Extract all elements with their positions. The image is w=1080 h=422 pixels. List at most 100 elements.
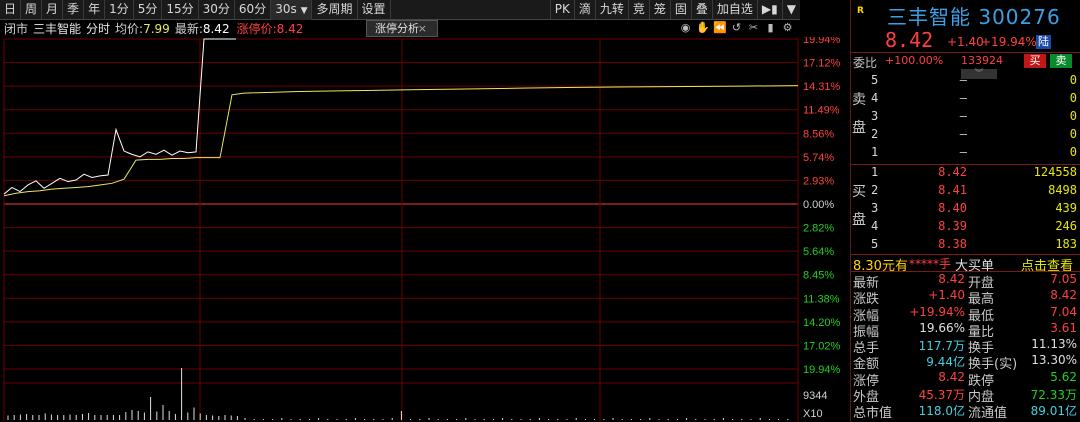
sell-level-row[interactable]: 5 – 0 [851,73,1080,90]
gear-icon[interactable]: ⚙ [781,21,794,35]
auction-button[interactable]: 竞 [627,0,649,20]
period-15min-button[interactable]: 15分 [162,0,199,20]
chart-mode-label: 分时 [86,22,111,36]
drip-button[interactable]: 滴 [573,0,595,20]
buy-level-row[interactable]: 1 8.42 124558 [851,165,1080,182]
stat-value: 11.13% [1031,337,1077,352]
stat-value: 8.42 [938,369,965,384]
axis-label-down: 14.20% [803,317,841,329]
level-volume: 0 [1069,91,1077,105]
pk-button[interactable]: PK [549,0,574,20]
period-5min-button[interactable]: 5分 [134,0,163,20]
sell-level-row[interactable]: 4 – 0 [851,91,1080,108]
cage-button[interactable]: 笼 [648,0,670,20]
limit-value: 8.42 [276,22,304,36]
bar-icon[interactable]: ▮ [764,21,777,35]
interval-select[interactable]: 30s ▼ [271,0,313,20]
chart-info-bar: 闭市 三丰智能 分时 均价:7.99 最新:8.42 涨停价:8.42 涨停分析… [0,20,800,37]
last-value: 8.42 [202,22,230,36]
buy-button[interactable]: 买 [1024,54,1046,68]
buy-level-row[interactable]: 2 8.41 8498 [851,183,1080,200]
stat-value: +1.40 [928,288,965,303]
fixed-button[interactable]: 固 [669,0,691,20]
eye-icon[interactable]: ◉ [679,21,692,35]
settings-button[interactable]: 设置 [358,0,391,20]
chart-tools: ◉ ✋ ⏪ ↺ ✂ ▮ ⚙ [679,21,794,35]
stock-title: 三丰智能 300276 [887,1,1061,30]
buy-level-row[interactable]: 5 8.38 183 [851,237,1080,254]
level-number: 1 [871,145,879,159]
volume-axis-label: 9344 [803,390,827,402]
stat-row: 涨幅 +19.94% 最低 7.04 [851,305,1080,324]
add-watchlist-button[interactable]: 加自选 [711,0,757,20]
level-number: 4 [871,91,879,105]
axis-label-up: 19.94% [803,37,841,46]
period-week-button[interactable]: 周 [21,0,43,20]
sell-level-row[interactable]: 1 – 0 [851,145,1080,162]
stat-row: 涨停 8.42 跌停 5.62 [851,369,1080,389]
connect-tag: 陆 [1036,35,1051,49]
stat-row: 振幅 19.66% 量比 3.61 [851,320,1080,340]
play-icon[interactable]: ▶▮ [756,0,782,20]
stat-value: 3.61 [1050,320,1077,335]
level-volume: 0 [1069,73,1077,87]
price-change-pct: +19.94% [981,35,1037,49]
period-60min-button[interactable]: 60分 [235,0,272,20]
stat-label: 总市值 [853,406,893,422]
stat-value: 45.37万 [918,388,965,403]
intraday-chart[interactable]: 19.94% 17.12% 14.31% 11.49% 8.56% 5.74% 2.93% 0… [0,37,850,422]
level-volume: 0 [1069,109,1077,123]
level-volume: 246 [1055,219,1077,233]
level-number: 1 [871,165,879,179]
nine-turn-button[interactable]: 九转 [594,0,628,20]
divider [851,52,1080,53]
period-30min-button[interactable]: 30分 [199,0,235,20]
last-label: 最新: [174,22,203,36]
period-1min-button[interactable]: 1分 [105,0,134,20]
axis-label-up: 14.31% [803,81,841,93]
stock-code: 300276 [978,5,1061,29]
level-volume: 124558 [1033,165,1077,179]
limit-analysis-tab[interactable]: 涨停分析 × [366,20,438,37]
multi-period-button[interactable]: 多周期 [312,0,358,20]
sell-button[interactable]: 卖 [1050,54,1072,68]
level-price: 8.42 [938,165,967,179]
level-volume: 0 [1069,145,1077,159]
average-line [3,85,799,197]
period-day-button[interactable]: 日 [0,0,22,20]
scissors-icon[interactable]: ✂ [747,21,760,35]
level-volume: 8498 [1048,183,1077,197]
level-price: – [959,91,967,105]
r-badge: R [857,6,864,16]
buy-level-row[interactable]: 4 8.39 246 [851,219,1080,236]
stat-value: 117.7万 [918,339,965,354]
stat-value: 72.33万 [1030,388,1077,403]
overlay-button[interactable]: 叠 [690,0,712,20]
axis-label-down: 8.45% [803,270,834,282]
avg-label: 均价: [115,22,144,36]
undo-icon[interactable]: ↺ [730,21,743,35]
period-year-button[interactable]: 年 [84,0,106,20]
weibi-row: 委比 +100.00% 133924 买 卖 [851,54,1080,70]
axis-label-down: 2.82% [803,223,834,235]
period-quarter-button[interactable]: 季 [63,0,85,20]
stat-value: 7.05 [1050,272,1077,286]
volume-unit-label: X10 [803,408,823,420]
buy-level-row[interactable]: 3 8.40 439 [851,201,1080,218]
limit-analysis-label: 涨停分析 [375,22,419,35]
level-price: 8.40 [938,201,967,215]
stat-label: 流通值 [968,406,1008,422]
sell-level-row[interactable]: 3 – 0 [851,109,1080,126]
more-dropdown-icon[interactable]: ▼ [781,0,800,20]
quote-panel: R 三丰智能 300276 8.42 +1.40 +19.94% 陆 委比 +1… [850,0,1080,422]
stat-row: 总手 117.7万 换手 11.13% [851,337,1080,356]
close-icon[interactable]: × [418,21,427,36]
hand-icon[interactable]: ✋ [696,21,710,35]
rewind-icon[interactable]: ⏪ [713,21,727,35]
level-number: 2 [871,183,879,197]
stat-row: 外盘 45.37万 内盘 72.33万 [851,386,1080,405]
big-buy-row[interactable]: 8.30元有 *****手 大买单 点击查看 [851,255,1080,274]
avg-value: 7.99 [143,22,170,36]
sell-level-row[interactable]: 2 – 0 [851,127,1080,144]
period-month-button[interactable]: 月 [42,0,64,20]
